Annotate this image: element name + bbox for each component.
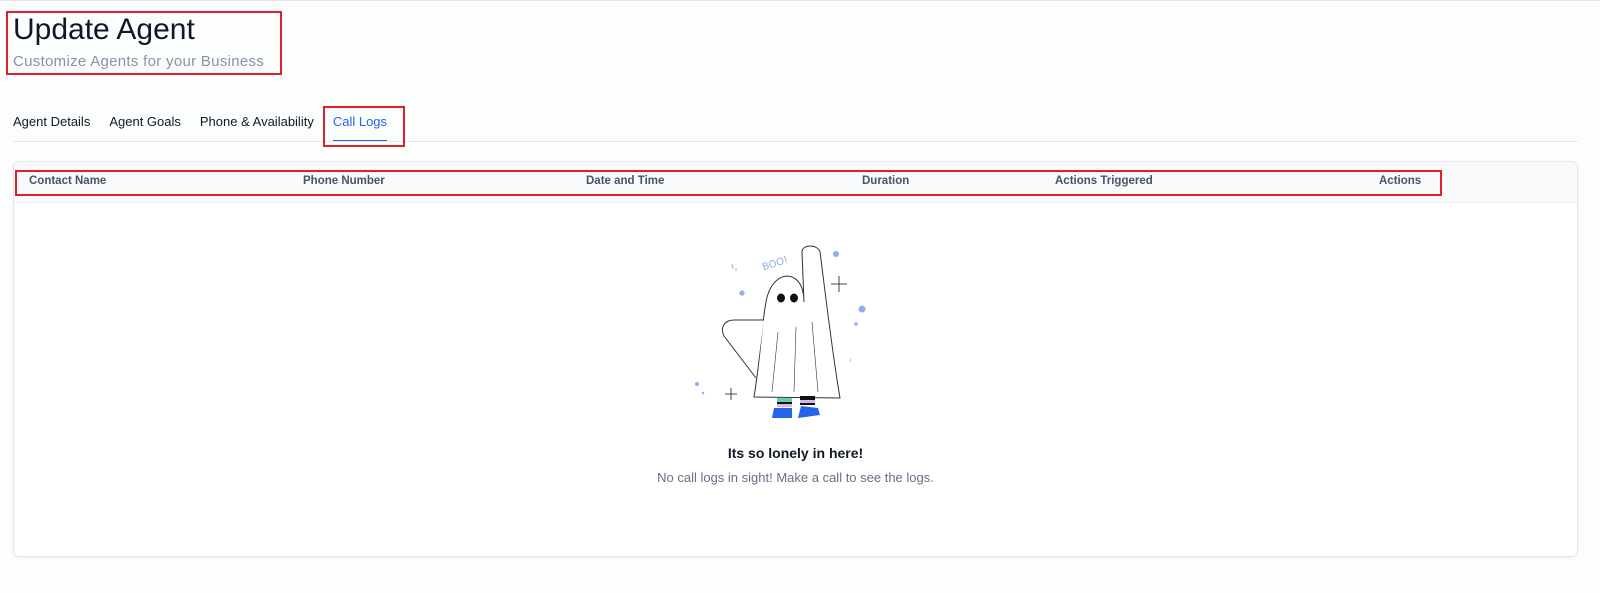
update-agent-page: Update Agent Customize Agents for your B… xyxy=(0,0,1600,593)
column-header-date-time[interactable]: Date and Time xyxy=(586,175,664,187)
tabs-divider xyxy=(13,141,1578,142)
column-header-actions-triggered[interactable]: Actions Triggered xyxy=(1055,175,1153,187)
page-subtitle: Customize Agents for your Business xyxy=(13,53,265,70)
page-title: Update Agent xyxy=(13,13,195,46)
tab-phone-availability[interactable]: Phone & Availability xyxy=(200,112,314,142)
svg-text:BOO!: BOO! xyxy=(761,255,790,274)
empty-state-message: No call logs in sight! Make a call to se… xyxy=(657,470,934,485)
column-header-phone-number[interactable]: Phone Number xyxy=(303,175,385,187)
agent-tabs: Agent Details Agent Goals Phone & Availa… xyxy=(13,112,406,142)
tab-call-logs[interactable]: Call Logs xyxy=(332,112,388,142)
top-divider xyxy=(0,0,1600,1)
column-header-contact-name[interactable]: Contact Name xyxy=(29,175,106,187)
empty-state-title: Its so lonely in here! xyxy=(727,445,864,461)
tab-agent-goals[interactable]: Agent Goals xyxy=(109,112,181,142)
column-header-duration[interactable]: Duration xyxy=(862,175,909,187)
tab-agent-details[interactable]: Agent Details xyxy=(13,112,90,142)
column-header-actions[interactable]: Actions xyxy=(1379,175,1421,187)
table-header: Contact Name Phone Number Date and Time … xyxy=(14,162,1577,203)
ghost-icon: BOO! xyxy=(694,242,894,427)
call-logs-table-card: Contact Name Phone Number Date and Time … xyxy=(13,161,1578,557)
